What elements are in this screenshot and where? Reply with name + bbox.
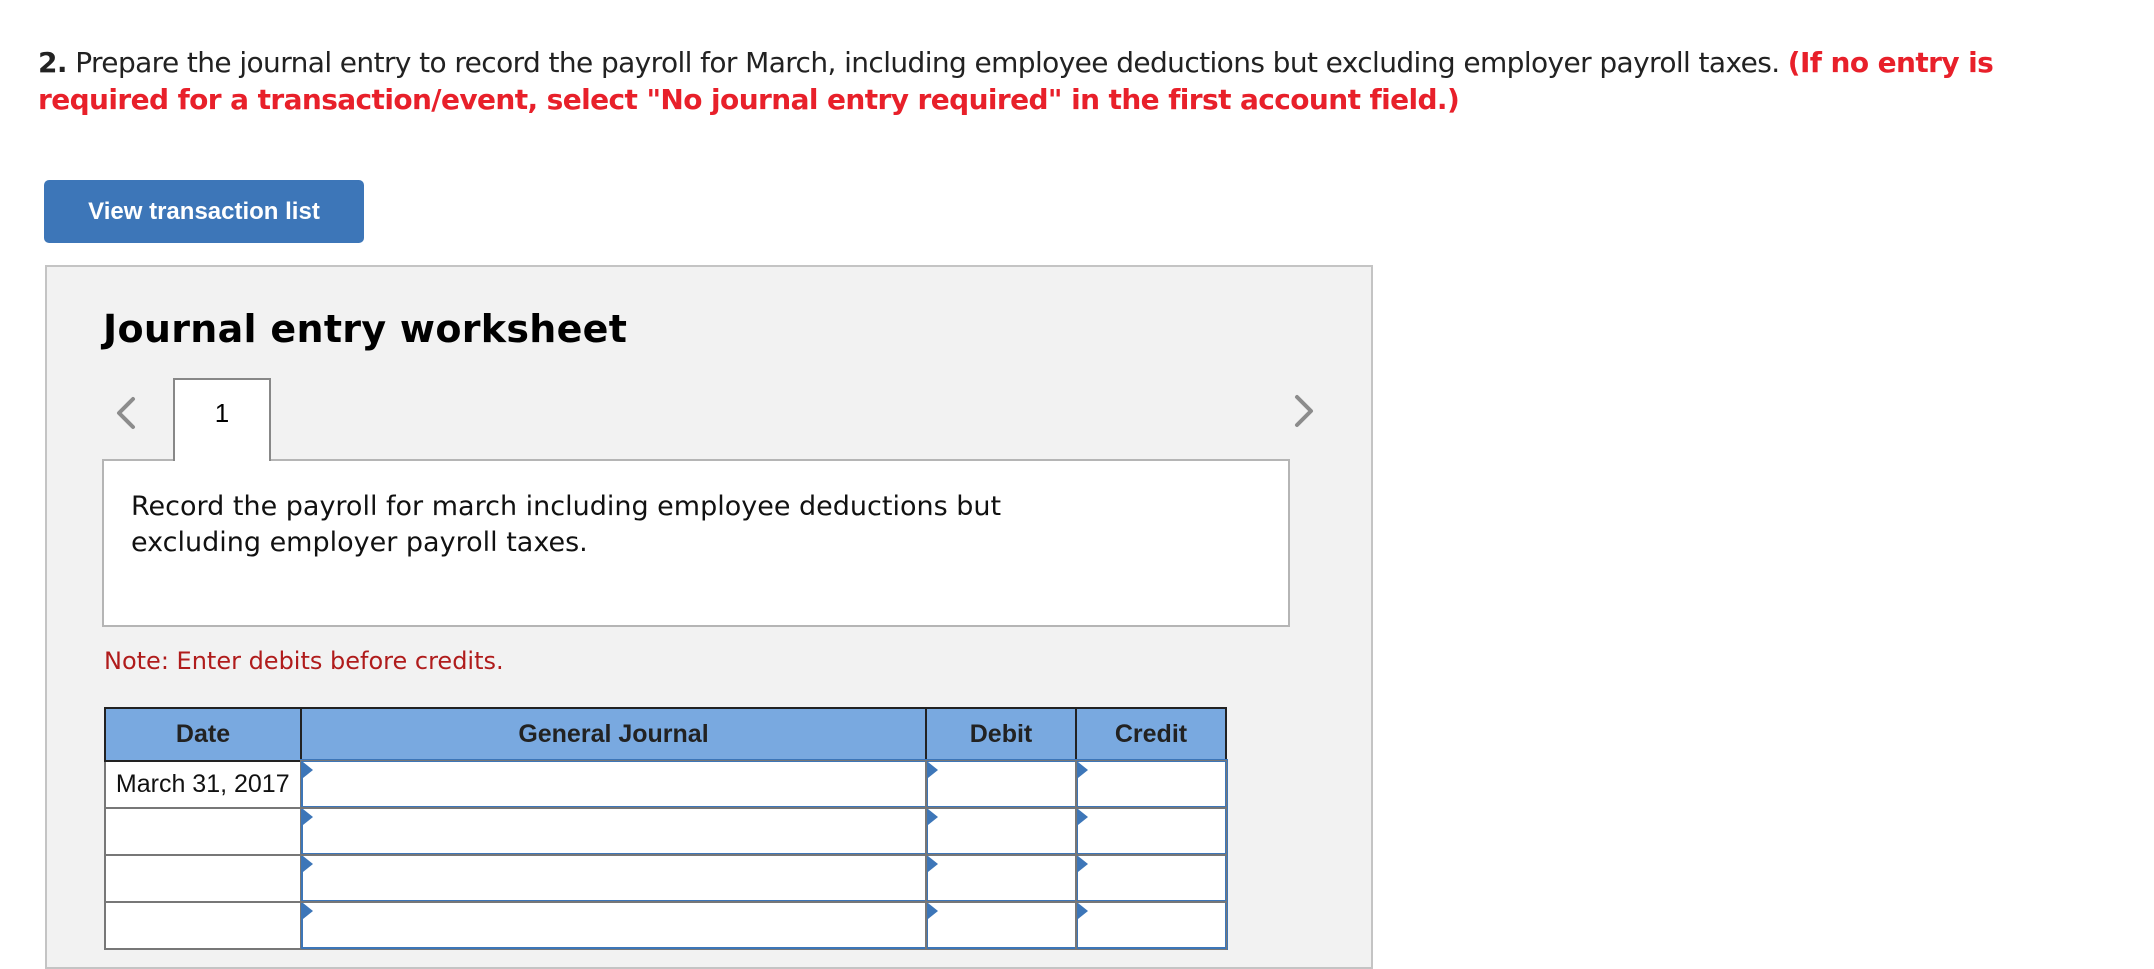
dropdown-flag-icon [927, 903, 938, 919]
dropdown-flag-icon [927, 762, 938, 778]
journal-table: Date General Journal Debit Credit March … [104, 707, 1228, 950]
dropdown-flag-icon [302, 762, 313, 778]
header-date: Date [104, 707, 302, 762]
debit-input[interactable] [927, 856, 1075, 900]
credit-input[interactable] [1077, 762, 1225, 806]
table-row [104, 900, 1228, 950]
credit-cell[interactable] [1074, 900, 1228, 950]
dropdown-flag-icon [1077, 762, 1088, 778]
dropdown-flag-icon [927, 809, 938, 825]
entry-tab-1[interactable]: 1 [173, 378, 271, 461]
account-cell[interactable] [299, 853, 928, 903]
credit-cell[interactable] [1074, 853, 1228, 903]
question-body: Prepare the journal entry to record the … [66, 46, 1788, 79]
debit-cell[interactable] [924, 759, 1078, 809]
header-credit: Credit [1075, 707, 1227, 762]
entry-tab-label: 1 [214, 398, 230, 428]
debits-credits-note: Note: Enter debits before credits. [104, 647, 504, 675]
journal-entry-worksheet: Journal entry worksheet 1 Record the pay… [45, 265, 1373, 969]
credit-cell[interactable] [1074, 806, 1228, 856]
credit-input[interactable] [1077, 903, 1225, 947]
account-input[interactable] [302, 809, 925, 853]
journal-header-row: Date General Journal Debit Credit [104, 707, 1227, 762]
date-cell: March 31, 2017 [104, 759, 302, 809]
table-row: March 31, 2017 [104, 759, 1228, 809]
account-cell[interactable] [299, 900, 928, 950]
debit-input[interactable] [927, 762, 1075, 806]
table-row [104, 853, 1228, 903]
dropdown-flag-icon [1077, 809, 1088, 825]
table-row [104, 806, 1228, 856]
dropdown-flag-icon [1077, 903, 1088, 919]
chevron-right-icon[interactable] [1287, 391, 1321, 431]
question-number: 2. [38, 46, 68, 79]
header-general-journal: General Journal [300, 707, 927, 762]
date-cell [104, 900, 302, 950]
account-input[interactable] [302, 856, 925, 900]
account-input[interactable] [302, 762, 925, 806]
credit-input[interactable] [1077, 856, 1225, 900]
account-cell[interactable] [299, 759, 928, 809]
dropdown-flag-icon [927, 856, 938, 872]
debit-cell[interactable] [924, 853, 1078, 903]
dropdown-flag-icon [302, 856, 313, 872]
credit-input[interactable] [1077, 809, 1225, 853]
debit-input[interactable] [927, 809, 1075, 853]
account-input[interactable] [302, 903, 925, 947]
debit-cell[interactable] [924, 806, 1078, 856]
dropdown-flag-icon [302, 809, 313, 825]
transaction-description: Record the payroll for march including e… [131, 491, 1002, 558]
date-cell [104, 806, 302, 856]
date-cell [104, 853, 302, 903]
worksheet-title: Journal entry worksheet [103, 307, 628, 351]
account-cell[interactable] [299, 806, 928, 856]
dropdown-flag-icon [302, 903, 313, 919]
debit-cell[interactable] [924, 900, 1078, 950]
dropdown-flag-icon [1077, 856, 1088, 872]
view-transaction-list-button[interactable]: View transaction list [44, 180, 364, 243]
header-debit: Debit [925, 707, 1077, 762]
credit-cell[interactable] [1074, 759, 1228, 809]
debit-input[interactable] [927, 903, 1075, 947]
transaction-description-box: Record the payroll for march including e… [102, 459, 1290, 627]
question-text: 2. Prepare the journal entry to record t… [38, 44, 2018, 118]
chevron-left-icon[interactable] [109, 393, 143, 433]
